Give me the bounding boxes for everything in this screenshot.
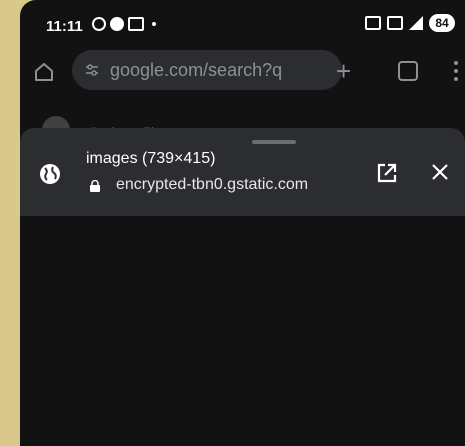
whatsapp-icon — [92, 17, 106, 31]
address-bar[interactable]: google.com/search?q — [72, 50, 342, 90]
wifi-icon — [387, 16, 403, 30]
phone-screen: 11:11 84 google.com/search?q + images (7… — [20, 0, 465, 446]
chat-icon — [110, 17, 124, 31]
lock-icon — [90, 180, 100, 192]
globe-icon — [40, 164, 60, 184]
close-icon[interactable] — [430, 162, 450, 182]
browser-toolbar: google.com/search?q + — [20, 48, 465, 96]
status-bar: 11:11 84 — [20, 0, 465, 44]
mute-icon — [365, 16, 381, 30]
preview-sheet-header[interactable]: images (739×415) encrypted-tbn0.gstatic.… — [20, 128, 465, 216]
address-bar-url: google.com/search?q — [110, 60, 283, 80]
status-time: 11:11 — [46, 18, 83, 35]
home-icon[interactable] — [32, 60, 56, 84]
system-icons: 84 — [365, 14, 455, 32]
mail-icon — [128, 17, 144, 31]
more-options-icon[interactable] — [454, 60, 458, 82]
site-settings-icon[interactable] — [84, 62, 100, 78]
signal-icon — [409, 16, 423, 30]
preview-content-area — [20, 216, 465, 446]
new-tab-icon[interactable]: + — [336, 58, 351, 84]
drag-handle[interactable] — [252, 140, 296, 144]
preview-title: images (739×415) — [86, 150, 216, 167]
image-preview-sheet: images (739×415) encrypted-tbn0.gstatic.… — [20, 128, 465, 446]
tab-switcher-icon[interactable] — [398, 61, 418, 81]
open-in-new-tab-icon[interactable] — [376, 162, 398, 184]
preview-url: encrypted-tbn0.gstatic.com — [116, 176, 309, 193]
more-notifications-icon — [152, 22, 156, 26]
notification-icons — [92, 17, 156, 31]
battery-indicator: 84 — [429, 14, 455, 32]
